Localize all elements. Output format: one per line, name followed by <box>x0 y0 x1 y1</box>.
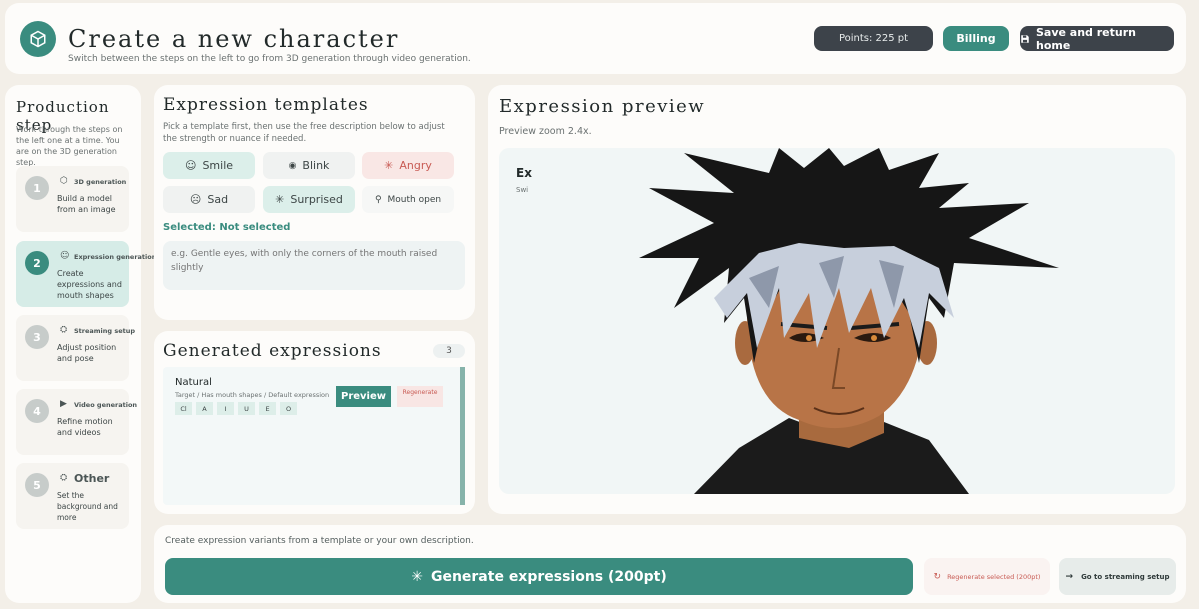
chip-label: Smile <box>202 159 234 172</box>
preview-button[interactable]: Preview <box>336 386 391 407</box>
go-to-streaming-setup-button[interactable]: → Go to streaming setup <box>1059 558 1176 595</box>
step-desc: Refine motion and videos <box>57 417 113 437</box>
mouth-shape-tag: A <box>196 402 213 415</box>
chip-label: Mouth open <box>387 194 442 205</box>
person-icon: ⛭ <box>60 325 68 335</box>
regenerate-selected-label: Regenerate selected (200pt) <box>947 572 1041 581</box>
template-chip-surprised[interactable]: ✳ Surprised <box>263 186 355 213</box>
character-iris <box>871 335 877 341</box>
chip-label: Blink <box>302 159 330 172</box>
expression-templates-panel: Expression templates Pick a template fir… <box>154 85 475 320</box>
template-chip-blink[interactable]: ◉ Blink <box>263 152 355 179</box>
generate-expressions-button[interactable]: ✳ Generate expressions (200pt) <box>165 558 913 595</box>
template-chip-smile[interactable]: ☺ Smile <box>163 152 255 179</box>
template-chip-sad[interactable]: ☹ Sad <box>163 186 255 213</box>
cube-icon <box>30 30 46 48</box>
cube-icon: ⬡ <box>60 176 68 186</box>
step-number: 4 <box>25 399 49 423</box>
step-desc: Build a model from an image <box>57 194 116 214</box>
step-name: Other <box>74 472 110 485</box>
app-logo <box>20 21 56 57</box>
bottom-action-bar: Create expression variants from a templa… <box>154 525 1186 603</box>
header-bar: Create a new character Switch between th… <box>5 3 1186 74</box>
step-name: Streaming setup <box>74 327 135 335</box>
selected-template-label: Selected: Not selected <box>163 222 291 233</box>
arrow-right-icon: → <box>1065 571 1074 582</box>
generated-list: Natural Target / Has mouth shapes / Defa… <box>163 367 465 505</box>
page-subtitle: Switch between the steps on the left to … <box>68 54 471 64</box>
chip-label: Surprised <box>290 193 343 206</box>
generate-expressions-label: Generate expressions (200pt) <box>430 568 667 585</box>
template-chip-mouth-open[interactable]: ⚲ Mouth open <box>362 186 454 213</box>
mouth-shape-tag: E <box>259 402 276 415</box>
step-number: 3 <box>25 325 49 349</box>
eye-icon: ◉ <box>288 160 297 171</box>
step-other[interactable]: 5 ⛭ Other Set the background and more <box>16 463 129 529</box>
sparkle-icon: ✳ <box>384 159 394 172</box>
sparkle-icon: ✳ <box>411 568 423 585</box>
sidebar-intro: Work through the steps on the left one a… <box>16 125 123 167</box>
sad-icon: ☹ <box>189 193 202 206</box>
preview-stage[interactable]: Ex Swi <box>499 148 1175 494</box>
billing-button[interactable]: Billing <box>943 26 1009 51</box>
smile-icon: ☺ <box>60 251 70 261</box>
play-icon: ▶ <box>60 399 67 409</box>
regenerate-button[interactable]: Regenerate <box>397 386 443 407</box>
mouth-shape-tag: O <box>280 402 297 415</box>
chip-label: Sad <box>207 193 229 206</box>
production-step-sidebar: Production step Work through the steps o… <box>5 85 156 603</box>
refresh-icon: ↻ <box>933 571 942 582</box>
step-3d-generation[interactable]: 1 ⬡ 3D generation Build a model from an … <box>16 166 129 232</box>
step-desc: Set the background and more <box>57 491 118 522</box>
step-name: 3D generation <box>74 178 127 186</box>
preview-zoom-text: Preview zoom 2.4x. <box>499 126 592 137</box>
free-description-input[interactable] <box>163 241 465 290</box>
step-name: Expression generation <box>74 253 157 261</box>
sparkle-icon: ✳ <box>275 193 285 206</box>
character-iris <box>806 335 812 341</box>
expression-preview-panel: Expression preview Preview zoom 2.4x. Ex… <box>488 85 1186 514</box>
template-chip-angry[interactable]: ✳ Angry <box>362 152 454 179</box>
mouth-shape-tag: I <box>217 402 234 415</box>
save-and-return-home-button[interactable]: Save and return home <box>1020 25 1174 52</box>
points-display: Points: 225 pt <box>814 26 933 51</box>
step-number: 1 <box>25 176 49 200</box>
generated-title: Generated expressions <box>163 341 382 361</box>
step-number: 5 <box>25 473 49 497</box>
smile-icon: ☺ <box>184 159 197 172</box>
preview-title: Expression preview <box>499 96 706 117</box>
person-icon: ⛭ <box>60 473 68 483</box>
expression-meta: Target / Has mouth shapes / Default expr… <box>175 391 330 399</box>
mouth-shape-tag: U <box>238 402 255 415</box>
expression-name: Natural <box>175 377 212 388</box>
step-name: Video generation <box>74 401 138 409</box>
step-video-generation[interactable]: 4 ▶ Video generation Refine motion and v… <box>16 389 137 455</box>
save-icon <box>1021 34 1029 43</box>
bottom-hint-text: Create expression variants from a templa… <box>165 536 474 546</box>
mic-icon: ⚲ <box>374 194 382 205</box>
generated-count-badge: 3 <box>433 344 465 358</box>
templates-description: Pick a template first, then use the free… <box>163 122 445 144</box>
chip-label: Angry <box>399 159 432 172</box>
step-desc: Adjust position and pose <box>57 343 117 363</box>
list-scrollbar[interactable] <box>460 367 465 505</box>
step-desc: Create expressions and mouth shapes <box>57 269 122 300</box>
generated-expressions-panel: Generated expressions 3 Natural Target /… <box>154 331 475 514</box>
step-expression-generation[interactable]: 2 ☺ Expression generation Create express… <box>16 241 156 307</box>
go-to-streaming-setup-label: Go to streaming setup <box>1081 572 1170 581</box>
step-number: 2 <box>25 251 49 275</box>
templates-title: Expression templates <box>163 95 369 115</box>
mouth-shape-tag: Cl <box>175 402 192 415</box>
save-and-return-home-label: Save and return home <box>1035 25 1136 52</box>
regenerate-selected-button[interactable]: ↻ Regenerate selected (200pt) <box>924 558 1050 595</box>
page-title: Create a new character <box>68 25 400 53</box>
character-model-render <box>639 148 1059 494</box>
step-streaming-setup[interactable]: 3 ⛭ Streaming setup Adjust position and … <box>16 315 135 381</box>
